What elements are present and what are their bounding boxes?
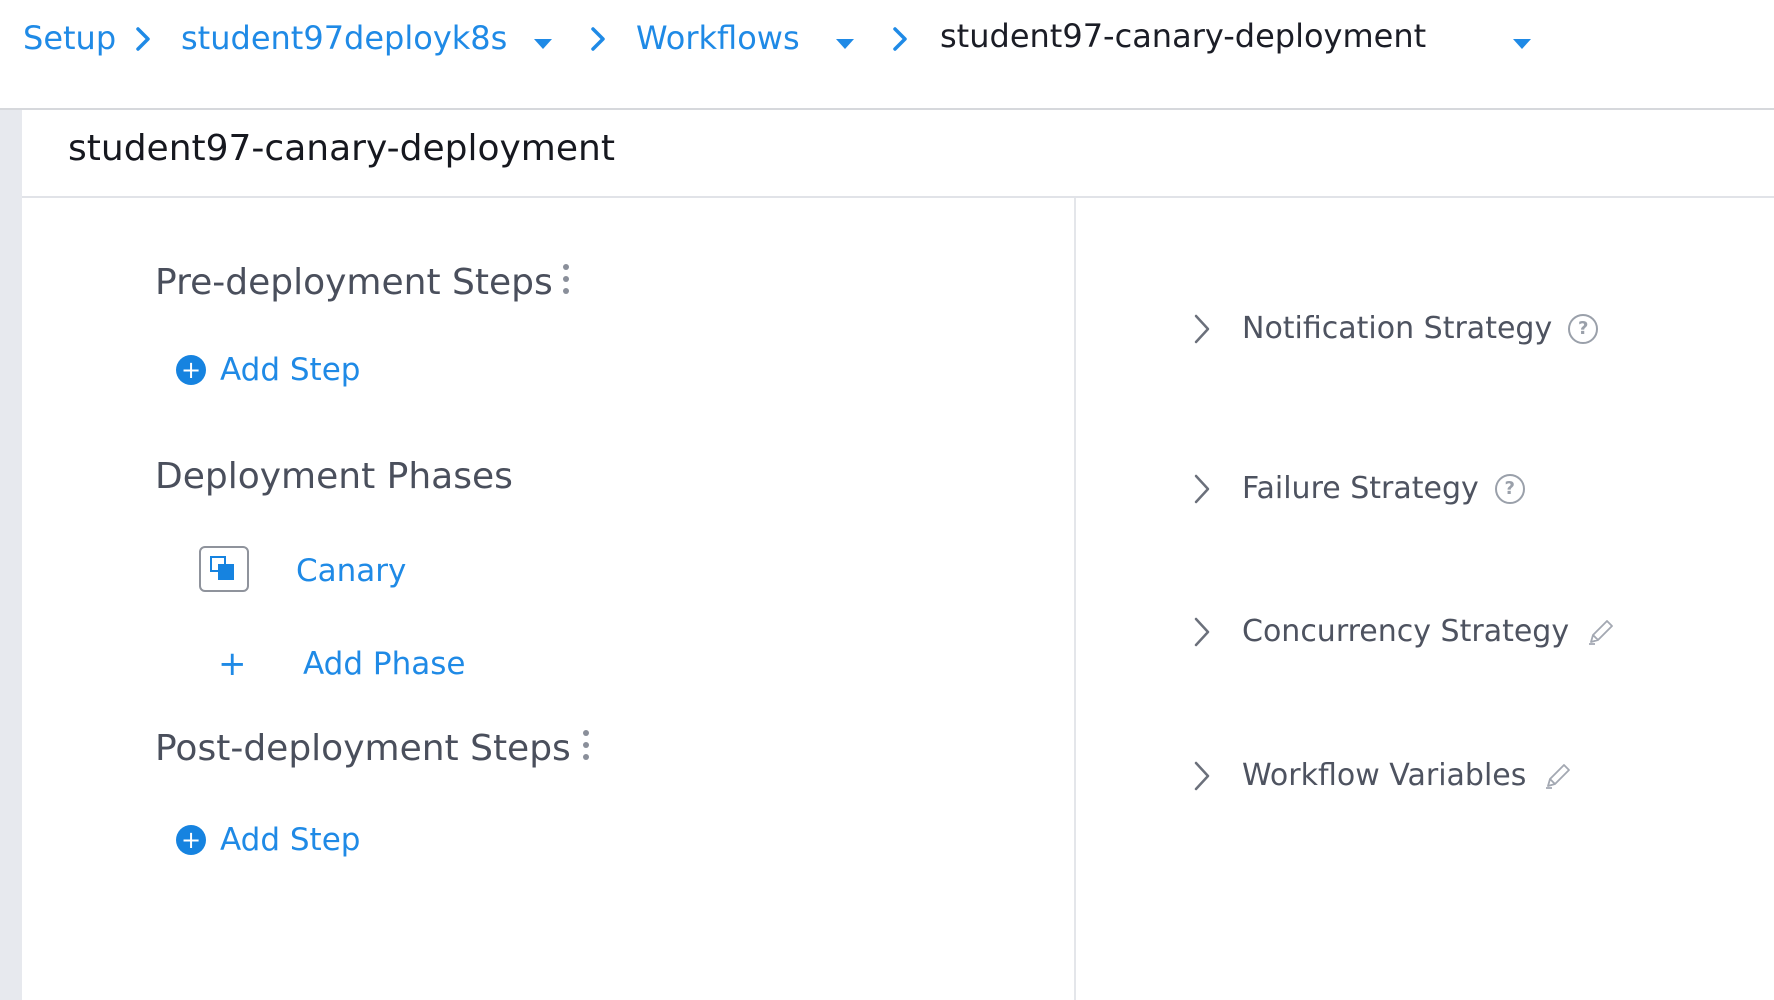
breadcrumb-application[interactable]: student97deployk8s	[181, 22, 507, 54]
pre-deployment-menu-icon[interactable]	[562, 264, 570, 298]
plus-circle-icon: +	[176, 825, 206, 855]
add-step-label: Add Step	[220, 352, 361, 388]
chevron-right-icon	[1194, 314, 1210, 343]
page-title: student97-canary-deployment	[68, 128, 615, 169]
pre-deployment-add-step-button[interactable]: + Add Step	[176, 352, 360, 388]
pre-deployment-heading: Pre-deployment Steps	[155, 262, 553, 303]
post-deployment-menu-icon[interactable]	[582, 730, 590, 764]
concurrency-strategy-label: Concurrency Strategy	[1242, 614, 1570, 649]
notification-strategy-label: Notification Strategy	[1242, 311, 1553, 346]
help-icon[interactable]: ?	[1494, 473, 1525, 504]
post-deployment-add-step-button[interactable]: + Add Step	[176, 822, 360, 858]
breadcrumb-workflows[interactable]: Workflows	[636, 22, 800, 54]
caret-down-icon[interactable]	[532, 37, 554, 51]
help-icon[interactable]: ?	[1568, 313, 1599, 344]
post-deployment-heading: Post-deployment Steps	[155, 728, 571, 769]
notification-strategy-row[interactable]: Notification Strategy ?	[1192, 311, 1599, 346]
failure-strategy-row[interactable]: Failure Strategy ?	[1192, 471, 1525, 506]
chevron-right-icon	[1194, 474, 1210, 503]
left-sidebar-strip	[0, 110, 22, 1000]
chevron-right-icon	[1194, 761, 1210, 790]
add-phase-plus-icon[interactable]: +	[218, 647, 247, 681]
breadcrumb-current-workflow: student97-canary-deployment	[940, 17, 1427, 55]
breadcrumb: Setup student97deployk8s Workflows stude…	[0, 0, 1774, 110]
concurrency-strategy-row[interactable]: Concurrency Strategy	[1192, 614, 1617, 649]
pencil-icon[interactable]	[1585, 616, 1617, 648]
title-bar: student97-canary-deployment	[22, 110, 1774, 198]
chevron-right-icon	[1194, 617, 1210, 646]
plus-circle-icon: +	[176, 355, 206, 385]
caret-down-icon[interactable]	[834, 37, 856, 51]
panel-divider	[1074, 198, 1076, 1000]
caret-down-icon[interactable]	[1511, 37, 1533, 51]
failure-strategy-label: Failure Strategy	[1242, 471, 1479, 506]
chevron-right-icon	[136, 27, 150, 51]
phase-canary-link[interactable]: Canary	[296, 553, 406, 589]
chevron-right-icon	[591, 27, 605, 51]
deployment-phases-heading: Deployment Phases	[155, 456, 513, 497]
pencil-icon[interactable]	[1542, 760, 1574, 792]
breadcrumb-setup[interactable]: Setup	[23, 22, 116, 54]
workflow-variables-label: Workflow Variables	[1242, 758, 1527, 793]
workflow-variables-row[interactable]: Workflow Variables	[1192, 758, 1574, 793]
add-phase-button[interactable]: Add Phase	[303, 646, 465, 682]
phase-icon[interactable]	[199, 546, 249, 592]
add-step-label: Add Step	[220, 822, 361, 858]
chevron-right-icon	[893, 27, 907, 51]
